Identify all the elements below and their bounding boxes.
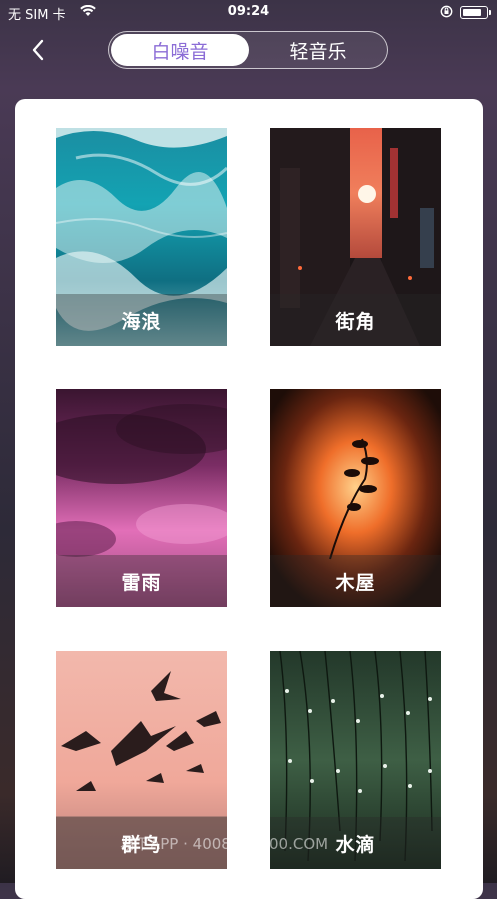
sound-tile-storm[interactable]: 雷雨 xyxy=(56,389,227,607)
back-button[interactable] xyxy=(24,36,52,64)
battery-icon xyxy=(460,6,491,19)
tile-label: 木屋 xyxy=(270,555,441,607)
tab-light-music[interactable]: 轻音乐 xyxy=(249,34,387,66)
tab-white-noise[interactable]: 白噪音 xyxy=(111,34,249,66)
sound-tile-street[interactable]: 街角 xyxy=(270,128,441,346)
sound-tile-cabin[interactable]: 木屋 xyxy=(270,389,441,607)
tile-label: 街角 xyxy=(270,294,441,346)
chevron-left-icon xyxy=(32,39,44,61)
status-bar: 无 SIM 卡 09:24 xyxy=(0,0,497,24)
orientation-lock-icon xyxy=(440,5,453,22)
sound-grid: 海浪 街角 雷雨 木屋 群鸟 水滴 xyxy=(15,99,483,899)
clock: 09:24 xyxy=(227,4,270,19)
tile-label: 海浪 xyxy=(56,294,227,346)
tile-label: 雷雨 xyxy=(56,555,227,607)
category-switch: 白噪音 轻音乐 xyxy=(108,31,388,69)
watermark: 易下APP · 4008881800.COM xyxy=(120,835,329,853)
sound-tile-waves[interactable]: 海浪 xyxy=(56,128,227,346)
